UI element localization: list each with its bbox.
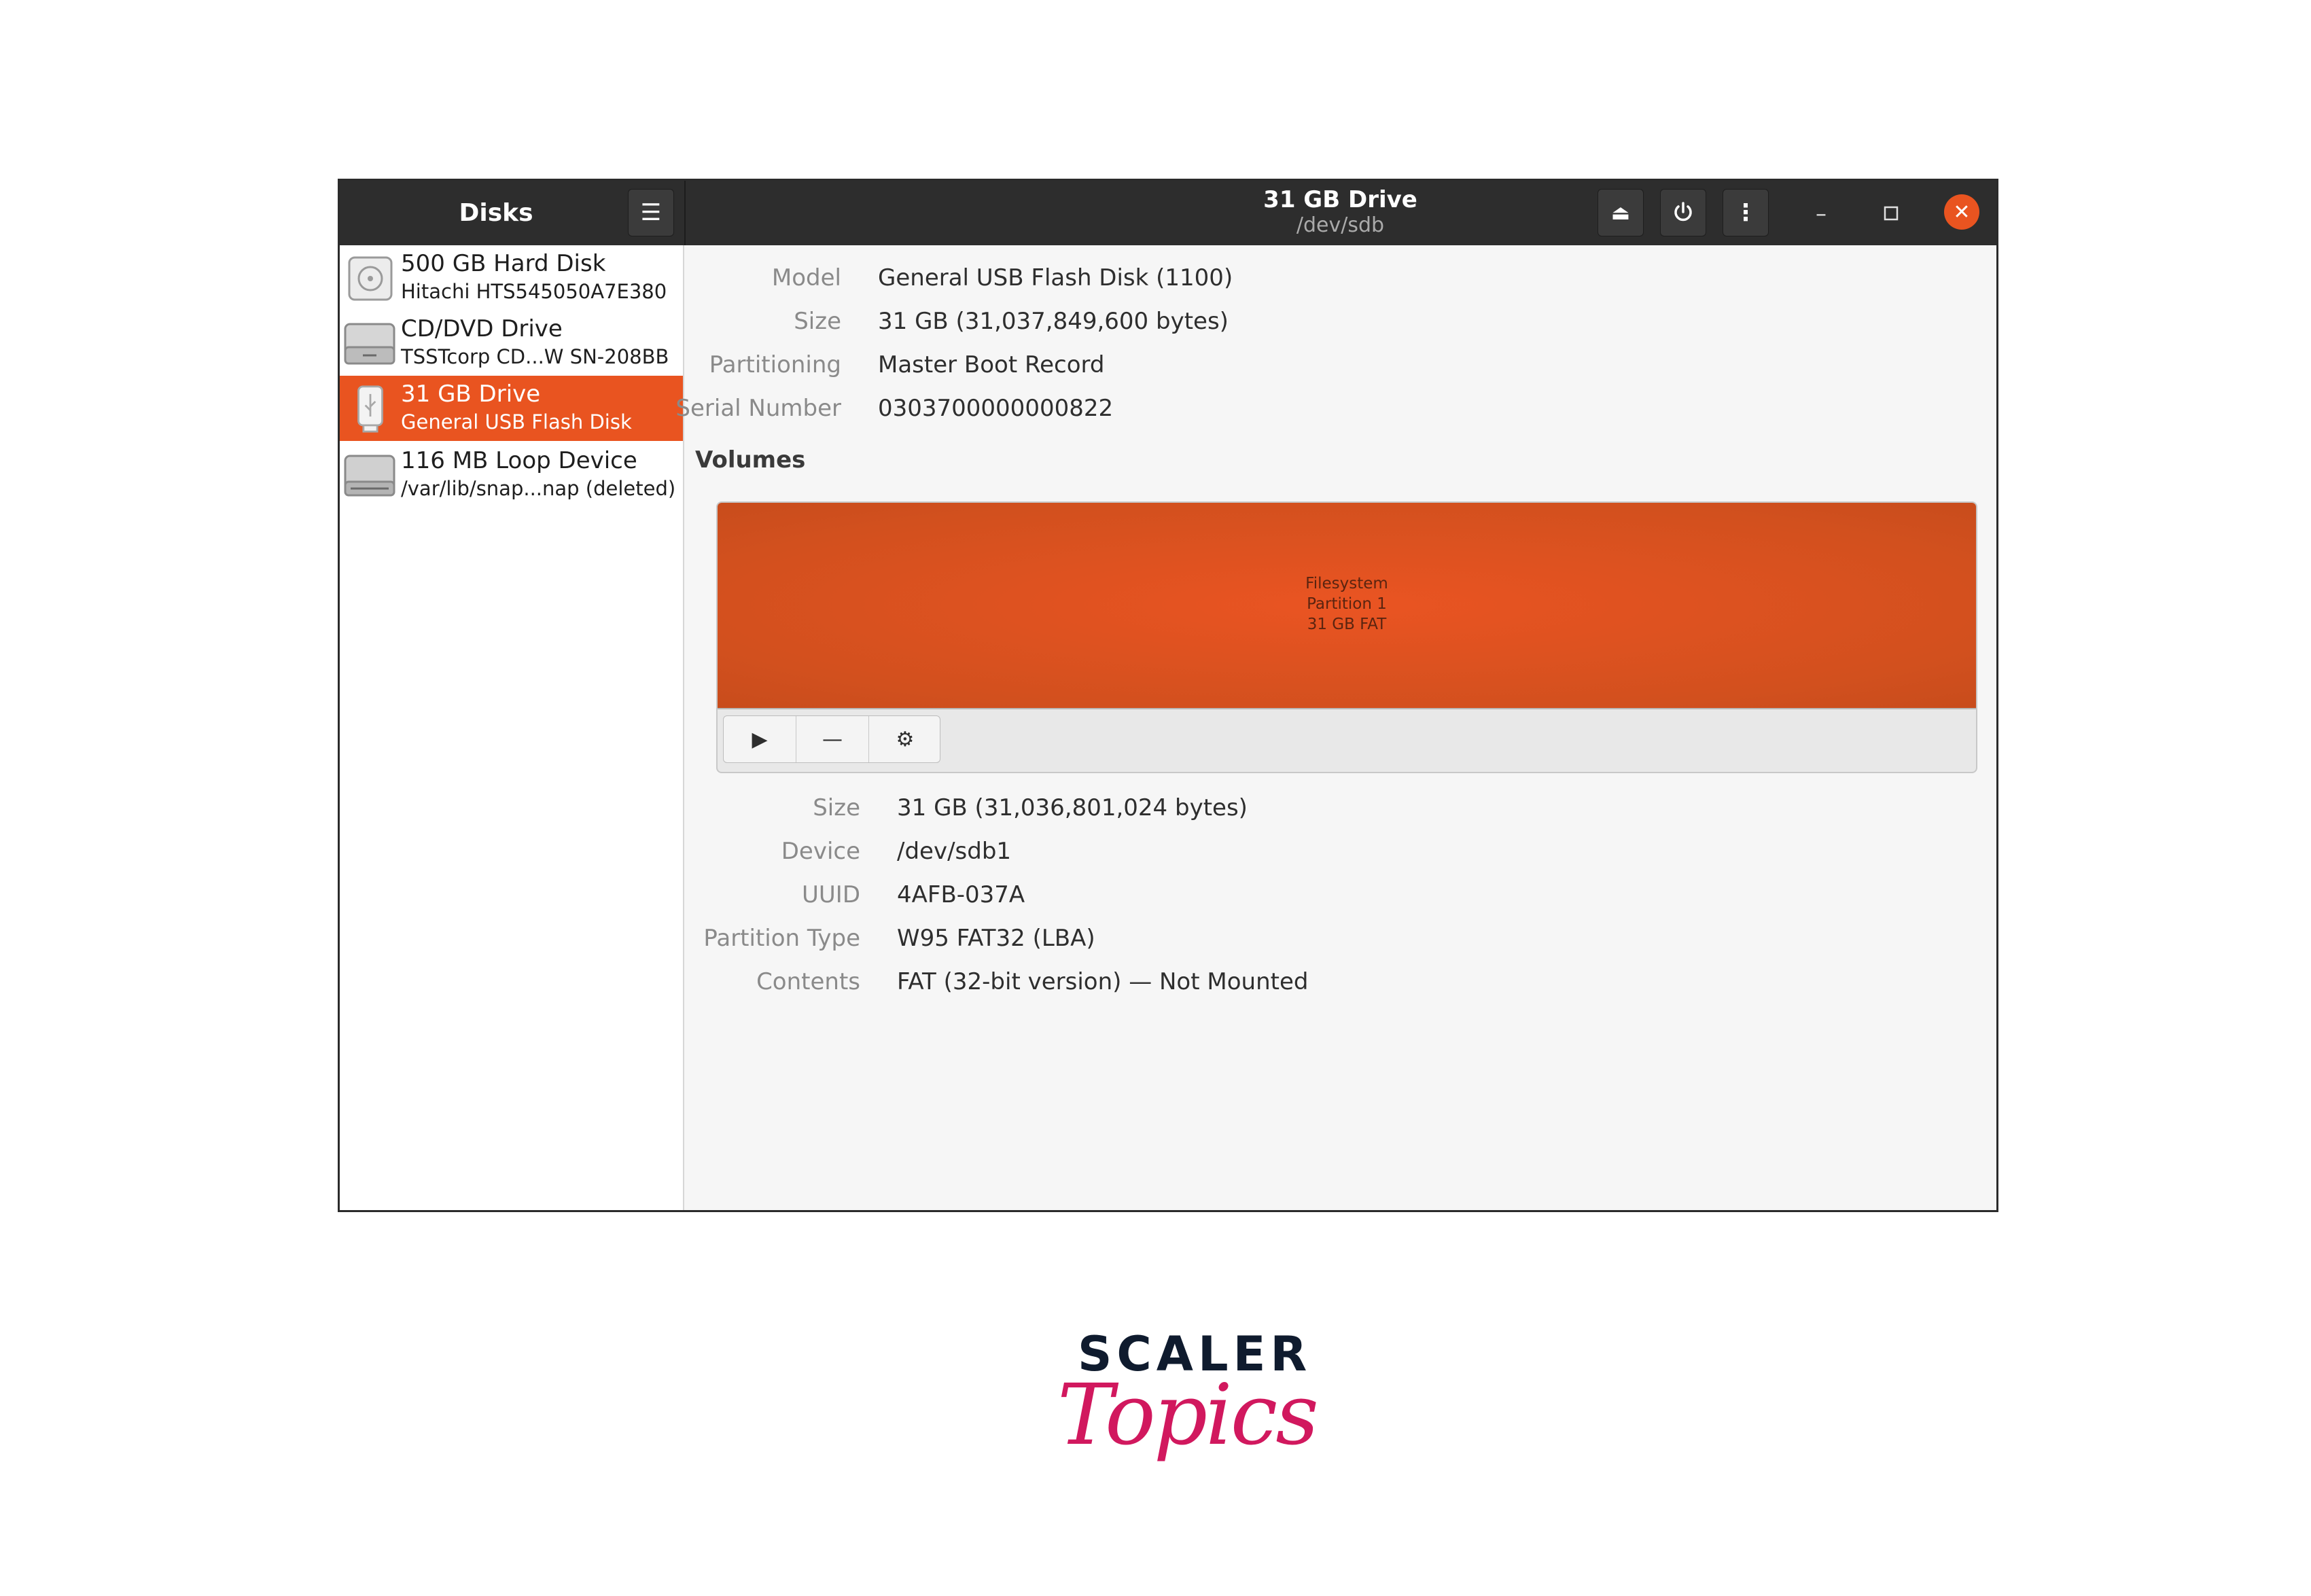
model-value: General USB Flash Disk (1100)	[878, 264, 1233, 291]
close-icon: ✕	[1953, 200, 1971, 224]
partition-size-value: 31 GB (31,036,801,024 bytes)	[897, 794, 1248, 821]
drive-name: 31 GB Drive	[401, 380, 541, 408]
contents-value: FAT (32-bit version) — Not Mounted	[897, 968, 1309, 995]
window-title-area: 31 GB Drive /dev/sdb	[684, 186, 1996, 238]
gears-icon: ⚙	[896, 727, 915, 751]
drive-options-button[interactable]: ⋮	[1723, 189, 1769, 236]
size-label: Size	[794, 308, 841, 335]
partition-type-value: W95 FAT32 (LBA)	[897, 925, 1095, 952]
uuid-label: UUID	[802, 881, 860, 908]
main-menu-button[interactable]: ☰	[628, 189, 674, 236]
serial-number-label: Serial Number	[675, 395, 841, 422]
app-title: Disks	[459, 199, 533, 227]
scaler-topics-logo: SCALER Topics	[1057, 1315, 1319, 1491]
drive-list-sidebar: 500 GB Hard Disk Hitachi HTS545050A7E380…	[340, 245, 684, 1210]
drive-details-panel: Model General USB Flash Disk (1100) Size…	[675, 245, 1996, 1210]
device-value: /dev/sdb1	[897, 838, 1012, 865]
eject-icon: ⏏	[1610, 200, 1631, 225]
drive-name: CD/DVD Drive	[401, 315, 563, 342]
eject-button[interactable]: ⏏	[1598, 189, 1644, 236]
hard-disk-icon	[348, 256, 393, 301]
partition-size-label: Size	[813, 794, 860, 821]
volumes-heading: Volumes	[695, 446, 806, 474]
contents-label: Contents	[756, 968, 860, 995]
window-subtitle: /dev/sdb	[1296, 213, 1385, 237]
usb-drive-icon	[357, 385, 383, 433]
volume-map: Filesystem Partition 1 31 GB FAT ▶ — ⚙	[716, 501, 1977, 773]
maximize-icon	[1884, 206, 1899, 221]
model-label: Model	[771, 264, 841, 291]
power-icon	[1674, 202, 1692, 221]
sidebar-header: Disks ☰	[340, 181, 686, 245]
header-bar: Disks ☰ 31 GB Drive /dev/sdb ⏏ ⋮ – ✕	[340, 181, 1996, 245]
delete-partition-button[interactable]: —	[796, 716, 869, 762]
drive-item-cd-dvd[interactable]: CD/DVD Drive TSSTcorp CD...W SN-208BB	[340, 311, 683, 376]
uuid-value: 4AFB-037A	[897, 881, 1025, 908]
partition-options-button[interactable]: ⚙	[869, 716, 941, 762]
play-icon: ▶	[752, 727, 768, 751]
partition-1-block[interactable]: Filesystem Partition 1 31 GB FAT	[718, 503, 1976, 709]
drive-description: General USB Flash Disk	[401, 410, 632, 433]
close-button[interactable]: ✕	[1944, 194, 1979, 230]
drive-name: 500 GB Hard Disk	[401, 250, 606, 277]
minimize-icon: –	[1816, 200, 1827, 226]
partition-type-label: Partition Type	[703, 925, 860, 952]
drive-description: /var/lib/snap...nap (deleted)	[401, 477, 676, 500]
partition-name-text: Partition 1	[1307, 595, 1387, 613]
mount-button[interactable]: ▶	[724, 716, 796, 762]
size-value: 31 GB (31,037,849,600 bytes)	[878, 308, 1229, 335]
partition-size-text: 31 GB FAT	[1307, 616, 1387, 633]
serial-number-value: 0303700000000822	[878, 395, 1114, 422]
disks-window: Disks ☰ 31 GB Drive /dev/sdb ⏏ ⋮ – ✕ 500…	[338, 179, 1998, 1212]
partition-type-text: Filesystem	[1305, 575, 1388, 592]
partitioning-value: Master Boot Record	[878, 351, 1105, 378]
drive-item-usb[interactable]: 31 GB Drive General USB Flash Disk	[340, 376, 683, 441]
drive-description: TSSTcorp CD...W SN-208BB	[401, 345, 669, 368]
volume-toolbar: ▶ — ⚙	[723, 715, 940, 763]
device-label: Device	[781, 838, 860, 865]
maximize-button[interactable]	[1871, 193, 1911, 234]
vertical-ellipsis-icon: ⋮	[1734, 199, 1757, 226]
minus-icon: —	[822, 727, 843, 751]
partitioning-label: Partitioning	[709, 351, 841, 378]
drive-name: 116 MB Loop Device	[401, 447, 637, 474]
logo-wordmark-bottom: Topics	[1057, 1366, 1319, 1464]
drive-description: Hitachi HTS545050A7E380	[401, 280, 667, 303]
drive-item-hard-disk[interactable]: 500 GB Hard Disk Hitachi HTS545050A7E380	[340, 245, 683, 311]
drive-item-loop-device[interactable]: 116 MB Loop Device /var/lib/snap...nap (…	[340, 442, 683, 508]
minimize-button[interactable]: –	[1801, 193, 1841, 234]
loop-device-icon	[344, 455, 395, 497]
hamburger-menu-icon: ☰	[640, 199, 662, 226]
power-off-button[interactable]	[1660, 189, 1706, 236]
window-title: 31 GB Drive	[1263, 186, 1417, 213]
optical-drive-icon	[344, 323, 395, 365]
